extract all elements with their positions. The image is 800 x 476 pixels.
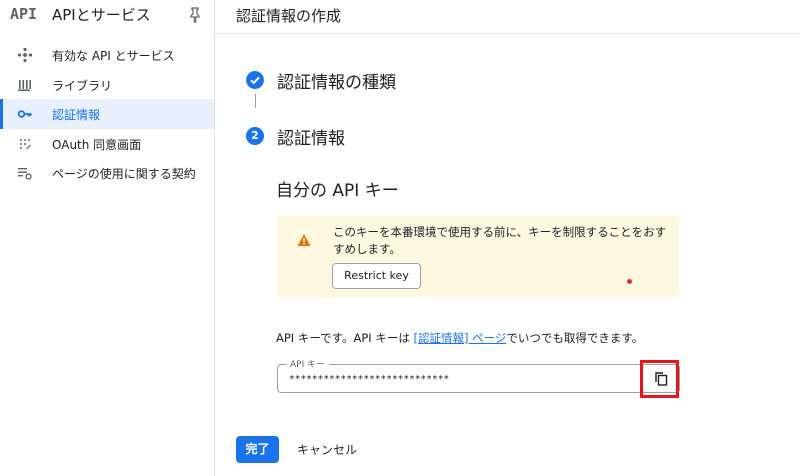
sidebar-item-oauth-consent[interactable]: OAuth 同意画面: [0, 129, 214, 159]
api-key-value: ****************************: [289, 374, 450, 385]
api-key-field[interactable]: API キー ****************************: [277, 357, 680, 393]
cancel-button[interactable]: キャンセル: [297, 441, 357, 458]
red-dot-marker: [627, 279, 632, 284]
sidebar-item-library[interactable]: ライブラリ: [0, 70, 214, 100]
copy-icon[interactable]: [655, 372, 668, 386]
library-icon: [18, 79, 31, 91]
page-title: 認証情報の作成: [236, 7, 342, 25]
warning-banner: このキーを本番環境で使用する前に、キーを制限することをおすすめします。 Rest…: [277, 216, 679, 297]
sidebar-nav: 有効な API とサービス ライブラリ 認証情報 OAuth 同意画面 ページの…: [0, 40, 214, 188]
warning-text: このキーを本番環境で使用する前に、キーを制限することをおすすめします。: [333, 225, 667, 256]
step-connector: [255, 94, 256, 108]
sidebar-header: API APIとサービス: [0, 0, 215, 32]
oauth-consent-icon: [20, 138, 31, 149]
sidebar-item-label: ページの使用に関する契約: [52, 167, 196, 181]
sidebar-title: APIとサービス: [52, 6, 151, 24]
restrict-key-button[interactable]: Restrict key: [332, 263, 421, 289]
main-header: 認証情報の作成: [215, 0, 800, 34]
done-button[interactable]: 完了: [236, 436, 279, 463]
step-label: 認証情報の種類: [277, 73, 396, 93]
pin-icon[interactable]: [188, 7, 202, 23]
sidebar-item-credentials[interactable]: 認証情報: [0, 99, 214, 129]
warning-icon: [297, 234, 311, 246]
info-text-before: API キーです。API キーは: [276, 331, 414, 345]
sidebar-item-enabled-apis[interactable]: 有効な API とサービス: [0, 40, 214, 70]
agreement-settings-icon: [18, 168, 32, 180]
sidebar: API APIとサービス 有効な API とサービス ライブラリ 認証情報 OA…: [0, 0, 215, 476]
sidebar-item-label: ライブラリ: [52, 78, 113, 93]
section-title: 自分の API キー: [276, 181, 399, 201]
key-icon: [17, 110, 32, 118]
sidebar-item-label: 有効な API とサービス: [52, 49, 175, 63]
api-logo: API: [10, 5, 38, 23]
sidebar-item-label: OAuth 同意画面: [52, 137, 142, 152]
api-key-field-label: API キー: [286, 357, 330, 370]
sidebar-item-page-usage-agreements[interactable]: ページの使用に関する契約: [0, 158, 214, 188]
step-label: 認証情報: [277, 129, 345, 149]
step-number: 2: [246, 127, 264, 145]
check-circle-icon: [246, 71, 264, 89]
api-key-info: API キーです。API キーは [認証情報] ページでいつでも取得できます。: [276, 330, 643, 346]
sidebar-item-label: 認証情報: [52, 108, 101, 122]
info-text-after: でいつでも取得できます。: [506, 331, 644, 345]
credentials-page-link[interactable]: [認証情報] ページ: [414, 331, 507, 345]
api-diamond-icon: [17, 47, 33, 63]
